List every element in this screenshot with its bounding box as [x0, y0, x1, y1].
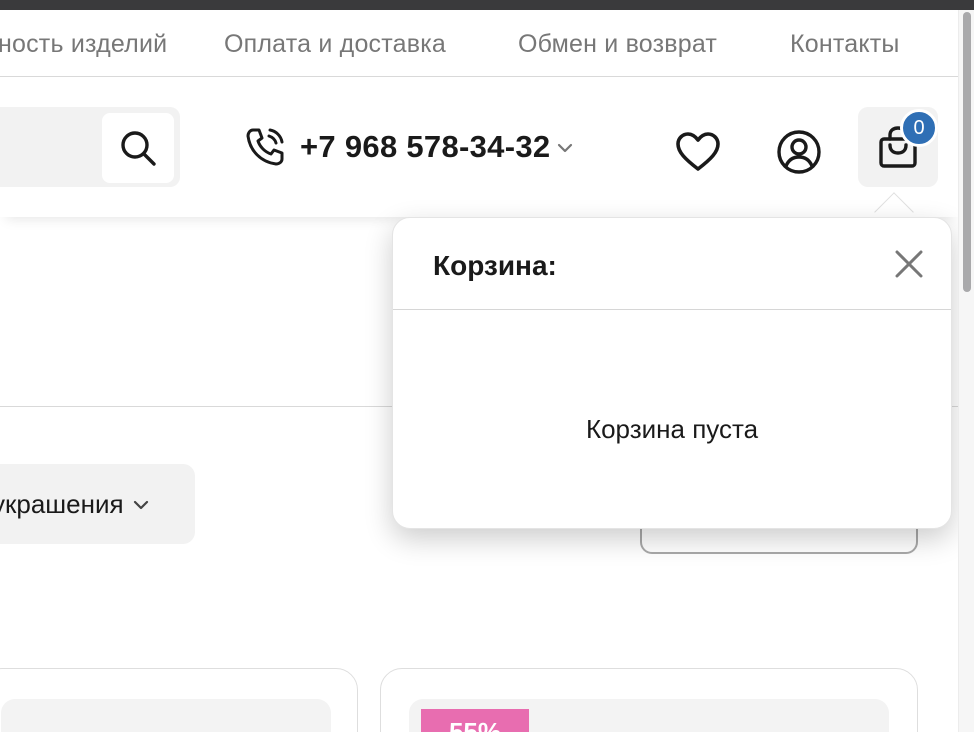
scrollbar-thumb[interactable]	[963, 12, 971, 292]
phone-link[interactable]: +7 968 578-34-32	[244, 127, 574, 167]
site-header: +7 968 578-34-32 0	[0, 77, 958, 217]
account-button[interactable]	[772, 125, 826, 179]
product-card-sale[interactable]: 55%	[380, 668, 918, 732]
product-card[interactable]	[0, 668, 358, 732]
category-filter-label: украшения	[0, 488, 124, 519]
search-icon	[121, 131, 156, 166]
page-scrollbar[interactable]	[958, 10, 974, 732]
cart-popup-header: Корзина:	[393, 218, 951, 310]
search-button[interactable]	[102, 113, 174, 183]
close-button[interactable]	[891, 246, 927, 282]
discount-badge: 55%	[421, 709, 529, 732]
category-filter-dropdown[interactable]: украшения	[0, 464, 195, 544]
nav-item-contacts[interactable]: Контакты	[790, 30, 900, 59]
product-image	[1, 699, 331, 732]
heart-icon	[676, 132, 720, 171]
phone-number[interactable]: +7 968 578-34-32	[300, 129, 550, 165]
browser-top-bar	[0, 0, 974, 10]
nav-item-product-care[interactable]: ность изделий	[0, 30, 167, 59]
close-icon	[895, 250, 923, 278]
phone-icon	[246, 128, 284, 166]
cart-popup-title: Корзина:	[433, 250, 557, 281]
nav-item-payment-delivery[interactable]: Оплата и доставка	[224, 30, 446, 59]
top-nav: ность изделий Оплата и доставка Обмен и …	[0, 10, 958, 77]
nav-item-exchange-return[interactable]: Обмен и возврат	[518, 30, 717, 59]
chevron-down-icon[interactable]	[556, 142, 574, 154]
cart-count-badge: 0	[900, 109, 938, 147]
cart-popup: Корзина: Корзина пуста	[392, 217, 952, 529]
chevron-down-icon	[133, 500, 148, 510]
favorites-button[interactable]	[670, 127, 726, 177]
user-icon	[777, 130, 821, 174]
page: ность изделий Оплата и доставка Обмен и …	[0, 10, 958, 732]
cart-empty-message: Корзина пуста	[585, 414, 759, 444]
